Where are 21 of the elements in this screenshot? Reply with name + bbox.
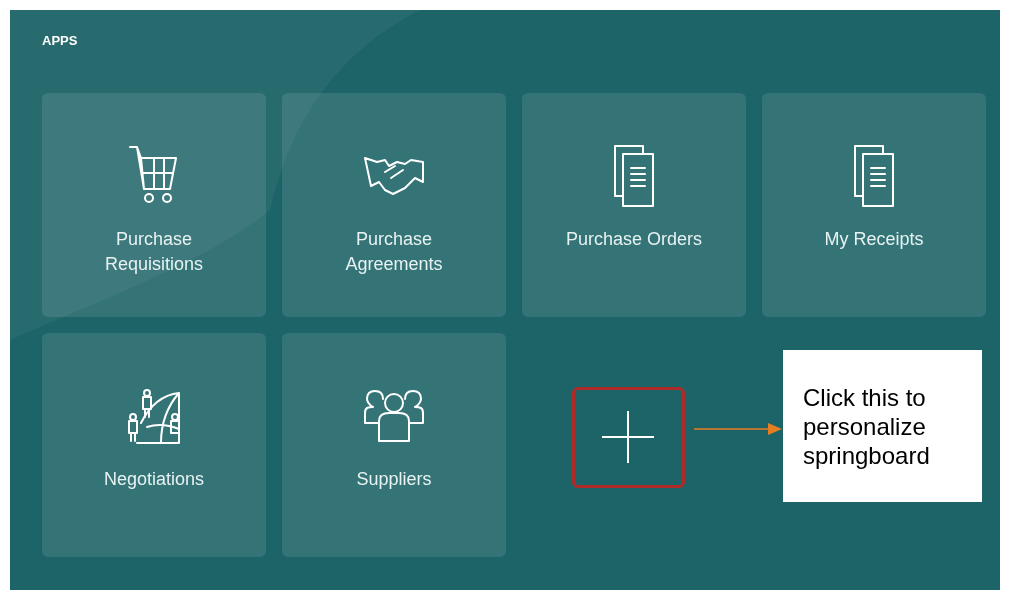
plus-icon xyxy=(602,411,654,463)
app-tile[interactable]: Purchase Orders xyxy=(522,93,746,317)
document-icon xyxy=(853,144,895,208)
app-tile[interactable]: Purchase Requisitions xyxy=(42,93,266,317)
tile-label: Purchase Orders xyxy=(564,228,704,251)
section-title: APPS xyxy=(42,32,79,50)
document-icon xyxy=(613,144,655,208)
app-tile[interactable]: My Receipts xyxy=(762,93,986,317)
tile-label: My Receipts xyxy=(823,228,925,251)
tile-label: Purchase Agreements xyxy=(344,228,444,276)
tile-label: Suppliers xyxy=(355,468,433,491)
app-tile[interactable]: Purchase Agreements xyxy=(282,93,506,317)
tile-label: Purchase Requisitions xyxy=(103,228,205,276)
handshake-icon xyxy=(363,156,425,196)
globe-people-icon xyxy=(125,387,183,445)
tile-label: Negotiations xyxy=(102,468,206,491)
callout-text: Click this to personalize springboard xyxy=(783,350,982,502)
people-icon xyxy=(361,389,427,443)
add-tile-button[interactable] xyxy=(571,386,685,488)
app-tile[interactable]: Suppliers xyxy=(282,333,506,557)
app-tile[interactable]: Negotiations xyxy=(42,333,266,557)
